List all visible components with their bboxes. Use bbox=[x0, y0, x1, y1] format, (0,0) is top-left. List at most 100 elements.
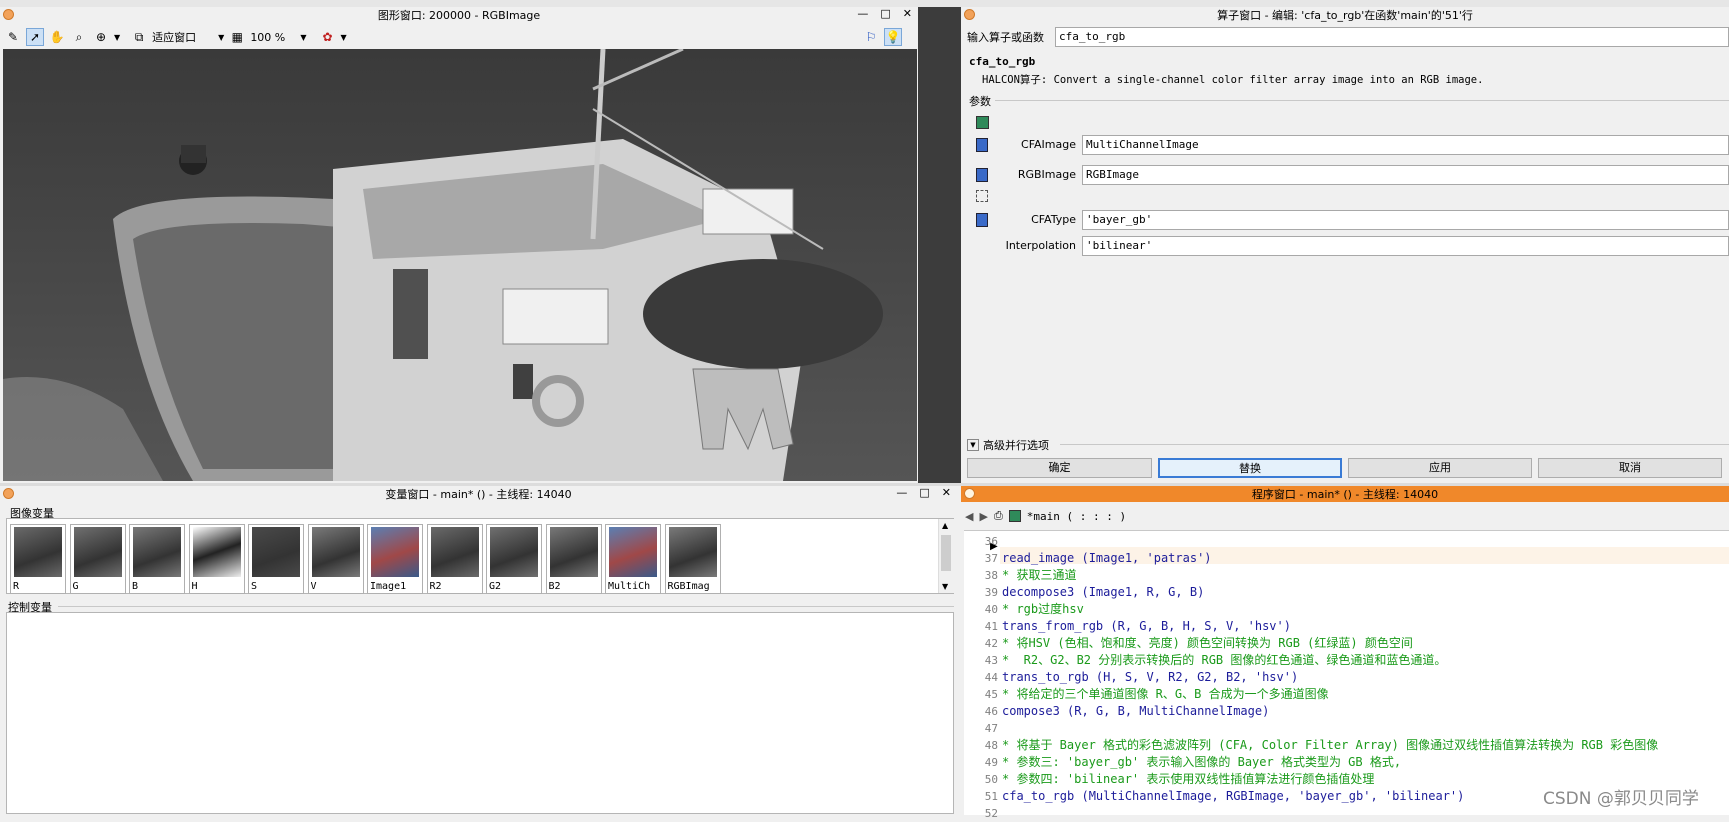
halcon-logo-icon bbox=[3, 488, 14, 499]
advanced-toggle[interactable]: ▼ 高级并行选项 bbox=[967, 437, 1049, 453]
watermark: CSDN @郭贝贝同学 bbox=[1543, 789, 1699, 809]
scroll-up-icon[interactable]: ▲ bbox=[942, 521, 948, 530]
image-var-thumb[interactable]: H bbox=[188, 524, 245, 594]
code-line[interactable]: 48 * 将基于 Bayer 格式的彩色滤波阵列 (CFA, Color Filt… bbox=[964, 737, 1658, 754]
image-var-thumb[interactable]: B2 bbox=[545, 524, 602, 594]
code-statement: trans_to_rgb (H, S, V, R2, G2, B2, 'hsv'… bbox=[1002, 670, 1299, 684]
chevron-down-icon[interactable]: ▼ bbox=[218, 33, 224, 42]
image-var-preview bbox=[430, 527, 479, 577]
image-var-thumb[interactable]: G2 bbox=[486, 524, 542, 594]
image-var-preview bbox=[490, 527, 538, 577]
image-var-thumb[interactable]: Image1 bbox=[367, 524, 423, 594]
image-var-thumb[interactable]: B bbox=[129, 524, 185, 594]
program-window-titlebar: 程序窗口 - main* () - 主线程: 14040 bbox=[961, 486, 1729, 502]
edit-icon[interactable]: ✎ bbox=[4, 28, 22, 46]
lightbulb-icon[interactable]: 💡 bbox=[884, 28, 902, 46]
operator-window-titlebar: 算子窗口 - 编辑: 'cfa_to_rgb'在函数'main'的'51'行 bbox=[961, 7, 1729, 23]
param-field-cfatype[interactable]: 'bayer_gb' bbox=[1082, 210, 1729, 230]
code-comment: * 获取三通道 bbox=[1002, 568, 1077, 582]
param-label-interpolation: Interpolation bbox=[1005, 239, 1076, 252]
params-label: 参数 bbox=[969, 95, 991, 108]
grid-icon bbox=[976, 190, 988, 202]
image-var-thumb[interactable]: R2 bbox=[426, 524, 483, 594]
param-field-interpolation[interactable]: 'bilinear' bbox=[1082, 236, 1729, 256]
code-line[interactable]: 36 bbox=[964, 533, 1658, 550]
graphics-toolbar: ✎ ➚ ✋ ⌕ ⊕ ▼ ⧉ 适应窗口 ▼ ▦ 100 % ▼ ✿ ▼ ⚐ 💡 bbox=[0, 25, 918, 49]
color-picker-icon[interactable]: ✿ bbox=[318, 28, 336, 46]
graphics-window-title: 图形窗口: 200000 - RGBImage bbox=[377, 9, 541, 22]
control-vars-panel[interactable] bbox=[6, 612, 954, 814]
maximize-button[interactable]: □ bbox=[880, 7, 890, 20]
minimize-button[interactable]: — bbox=[896, 486, 907, 499]
chevron-down-icon[interactable]: ▼ bbox=[340, 33, 346, 42]
image-var-preview bbox=[73, 527, 122, 577]
code-line[interactable]: 44 trans_to_rgb (H, S, V, R2, G2, B2, 'hs… bbox=[964, 669, 1658, 686]
code-line[interactable]: 39 decompose3 (Image1, R, G, B) bbox=[964, 584, 1658, 601]
code-line[interactable]: 47 bbox=[964, 720, 1658, 737]
image-var-thumb[interactable]: RGBImag bbox=[664, 524, 721, 594]
operator-input-label: 输入算子或函数 bbox=[967, 31, 1044, 44]
hand-icon[interactable]: ✋ bbox=[48, 28, 66, 46]
image-var-preview bbox=[14, 527, 62, 577]
code-comment: * 将HSV (色相、饱和度、亮度) 颜色空间转换为 RGB (红绿蓝) 颜色空… bbox=[1002, 636, 1413, 650]
code-line[interactable]: 46 compose3 (R, G, B, MultiChannelImage) bbox=[964, 703, 1658, 720]
param-field-cfaimage[interactable]: MultiChannelImage bbox=[1082, 135, 1729, 155]
image-var-preview bbox=[192, 527, 241, 577]
advanced-divider bbox=[1060, 444, 1729, 445]
graphics-canvas[interactable] bbox=[3, 49, 917, 481]
operator-input[interactable]: cfa_to_rgb bbox=[1055, 27, 1729, 47]
image-var-thumb[interactable]: G bbox=[69, 524, 126, 594]
chevron-down-icon[interactable]: ▼ bbox=[114, 33, 120, 42]
image-var-label: R2 bbox=[429, 581, 442, 592]
code-line[interactable]: 40 * rgb过度hsv bbox=[964, 601, 1658, 618]
ok-button[interactable]: 确定 bbox=[967, 458, 1152, 478]
image-var-thumb[interactable]: MultiCh bbox=[605, 524, 661, 594]
pointer-icon[interactable]: ➚ bbox=[26, 28, 44, 46]
close-button[interactable]: ✕ bbox=[942, 486, 951, 499]
scroll-thumb[interactable] bbox=[941, 535, 951, 571]
minimize-button[interactable]: — bbox=[857, 7, 868, 20]
line-number: 46 bbox=[984, 705, 998, 718]
cancel-button[interactable]: 取消 bbox=[1538, 458, 1722, 478]
code-line[interactable]: 49 * 参数三: 'bayer_gb' 表示输入图像的 Bayer 格式类型为 … bbox=[964, 754, 1658, 771]
zoom-level-icon: ▦ bbox=[231, 30, 243, 44]
program-window-title: 程序窗口 - main* () - 主线程: 14040 bbox=[1251, 488, 1439, 501]
procedure-tab[interactable]: *main ( : : : ) bbox=[1027, 510, 1126, 523]
code-line[interactable]: 42 * 将HSV (色相、饱和度、亮度) 颜色空间转换为 RGB (红绿蓝) 颜… bbox=[964, 635, 1658, 652]
line-number: 38 bbox=[984, 569, 998, 582]
code-line[interactable]: 45 * 将给定的三个单通道图像 R、G、B 合成为一个多通道图像 bbox=[964, 686, 1658, 703]
zoom-level-label[interactable]: 100 % bbox=[250, 31, 296, 44]
image-var-thumb[interactable]: S bbox=[248, 524, 304, 594]
code-line[interactable]: 37 read_image (Image1, 'patras') bbox=[964, 550, 1658, 567]
line-number: 37 bbox=[984, 552, 998, 565]
param-field-rgbimage[interactable]: RGBImage bbox=[1082, 165, 1729, 185]
line-number: 50 bbox=[984, 773, 998, 786]
replace-button[interactable]: 替换 bbox=[1158, 458, 1342, 478]
magnifier-icon[interactable]: ⌕ bbox=[70, 28, 88, 46]
print-icon[interactable]: ⎙ bbox=[994, 509, 1003, 523]
fit-window-icon[interactable]: ⧉ bbox=[130, 28, 148, 46]
code-line[interactable]: 43 * R2、G2、B2 分别表示转换后的 RGB 图像的红色通道、绿色通道和蓝… bbox=[964, 652, 1658, 669]
chevron-down-icon[interactable]: ▼ bbox=[300, 33, 306, 42]
forward-icon[interactable]: ▶ bbox=[979, 510, 987, 523]
scroll-down-icon[interactable]: ▼ bbox=[942, 582, 948, 591]
apply-button[interactable]: 应用 bbox=[1348, 458, 1532, 478]
halcon-logo-icon bbox=[964, 488, 975, 499]
line-number: 47 bbox=[984, 722, 998, 735]
image-var-label: B2 bbox=[548, 581, 561, 592]
close-button[interactable]: ✕ bbox=[903, 7, 912, 20]
pixel-info-icon[interactable]: ⚐ bbox=[862, 28, 880, 46]
image-var-thumb[interactable]: R bbox=[10, 524, 66, 594]
image-var-thumb[interactable]: V bbox=[307, 524, 364, 594]
halcon-logo-icon bbox=[3, 9, 14, 20]
program-toolbar: ◀ ▶ ⎙ *main ( : : : ) bbox=[965, 506, 1126, 526]
image-vars-scrollbar[interactable]: ▲ ▼ bbox=[938, 519, 954, 593]
code-line[interactable]: 41 trans_from_rgb (R, G, B, H, S, V, 'hsv… bbox=[964, 618, 1658, 635]
fit-window-label[interactable]: 适应窗口 bbox=[152, 29, 214, 45]
image-var-label: B bbox=[132, 581, 139, 592]
code-line[interactable]: 38 * 获取三通道 bbox=[964, 567, 1658, 584]
zoom-icon[interactable]: ⊕ bbox=[92, 28, 110, 46]
maximize-button[interactable]: □ bbox=[919, 486, 929, 499]
back-icon[interactable]: ◀ bbox=[965, 510, 973, 523]
image-var-label: G2 bbox=[489, 581, 502, 592]
